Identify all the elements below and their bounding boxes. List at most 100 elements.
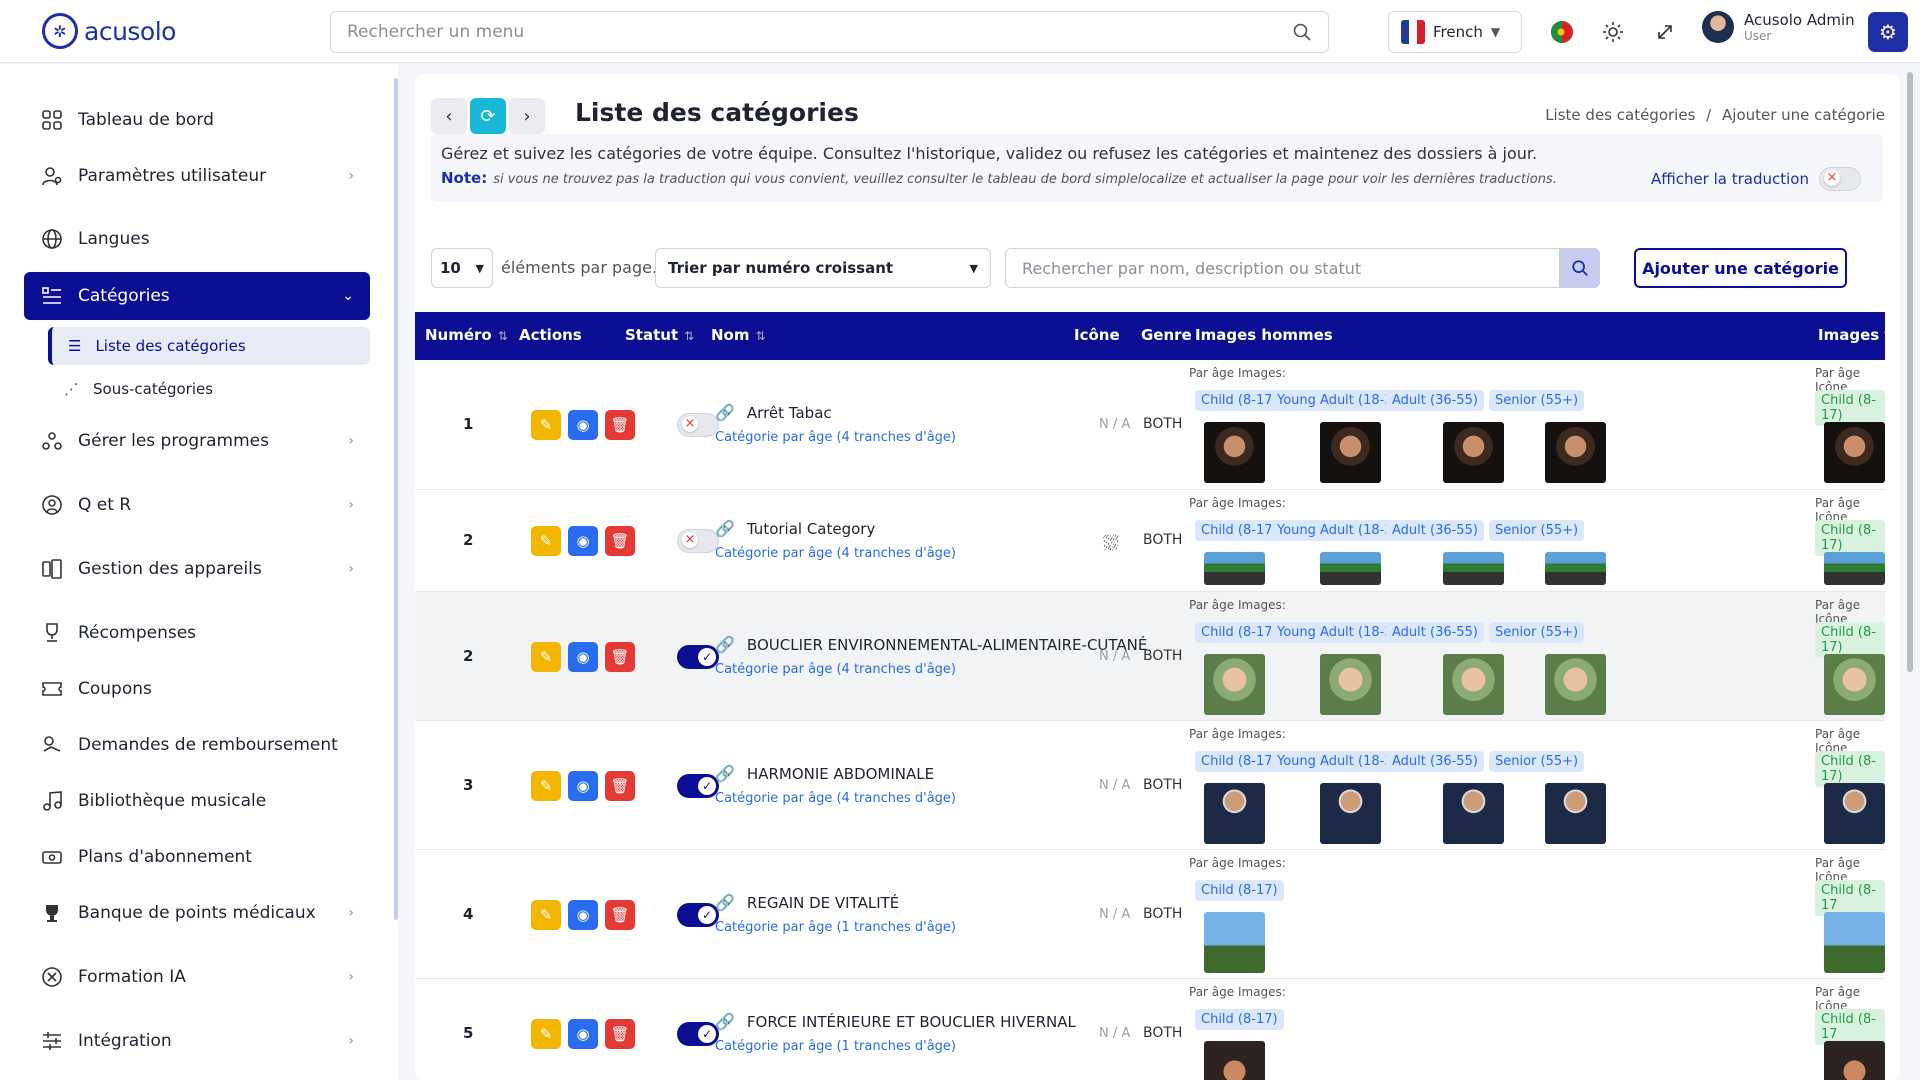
edit-button[interactable]: ✎	[531, 642, 561, 672]
add-category-button[interactable]: Ajouter une catégorie	[1634, 248, 1847, 288]
edit-button[interactable]: ✎	[531, 1019, 561, 1049]
status-toggle[interactable]	[677, 774, 719, 798]
link-icon[interactable]: 🔗	[715, 403, 735, 422]
forward-button[interactable]: ›	[509, 98, 545, 134]
sidebar-item-categories[interactable]: Catégories ⌄	[24, 272, 370, 320]
sidebar-item-user-settings[interactable]: Paramètres utilisateur ›	[24, 152, 370, 200]
view-button[interactable]: ◉	[568, 526, 598, 556]
search-icon[interactable]	[1292, 22, 1312, 42]
edit-button[interactable]: ✎	[531, 771, 561, 801]
link-icon[interactable]: 🔗	[715, 893, 735, 912]
women-image-thumbnail[interactable]	[1824, 1041, 1885, 1080]
sidebar-subitem-subcategories[interactable]: ⋰ Sous-catégories	[48, 370, 370, 408]
men-image-thumbnail[interactable]	[1545, 422, 1606, 483]
category-name[interactable]: HARMONIE ABDOMINALE	[747, 765, 934, 783]
link-icon[interactable]: 🔗	[715, 519, 735, 538]
sidebar-item-devices[interactable]: Gestion des appareils ›	[24, 545, 370, 593]
delete-button[interactable]: 🗑	[605, 642, 635, 672]
category-name[interactable]: Arrêt Tabac	[747, 404, 832, 422]
men-image-thumbnail[interactable]	[1204, 783, 1265, 844]
men-image-thumbnail[interactable]	[1204, 552, 1265, 585]
men-image-thumbnail[interactable]	[1443, 422, 1504, 483]
breadcrumb-link-list[interactable]: Liste des catégories	[1545, 106, 1695, 124]
status-toggle[interactable]	[677, 903, 719, 927]
men-image-thumbnail[interactable]	[1545, 654, 1606, 715]
men-image-thumbnail[interactable]	[1320, 552, 1381, 585]
delete-button[interactable]: 🗑	[605, 900, 635, 930]
men-image-thumbnail[interactable]	[1204, 1041, 1265, 1080]
sidebar-item-coupons[interactable]: Coupons	[24, 665, 370, 713]
men-image-thumbnail[interactable]	[1204, 654, 1265, 715]
men-image-thumbnail[interactable]	[1545, 783, 1606, 844]
language-select[interactable]: French ▼	[1388, 11, 1522, 53]
men-image-thumbnail[interactable]	[1204, 912, 1265, 973]
view-button[interactable]: ◉	[568, 410, 598, 440]
men-image-thumbnail[interactable]	[1320, 783, 1381, 844]
logo[interactable]: ✲ acusolo	[42, 13, 176, 49]
men-image-thumbnail[interactable]	[1443, 783, 1504, 844]
women-image-thumbnail[interactable]	[1824, 552, 1885, 585]
category-age-link[interactable]: Catégorie par âge (1 tranches d'âge)	[715, 1039, 1076, 1054]
delete-button[interactable]: 🗑	[605, 526, 635, 556]
theme-toggle-sun-icon[interactable]	[1599, 18, 1627, 46]
fullscreen-icon[interactable]	[1651, 18, 1679, 46]
men-image-thumbnail[interactable]	[1443, 552, 1504, 585]
header-status[interactable]: Statut ⇅	[625, 326, 694, 344]
category-name[interactable]: FORCE INTÉRIEURE ET BOUCLIER HIVERNAL	[747, 1013, 1076, 1031]
sidebar-item-programs[interactable]: Gérer les programmes ›	[24, 417, 370, 465]
men-image-thumbnail[interactable]	[1204, 422, 1265, 483]
per-page-select[interactable]: 10 ▼	[431, 248, 493, 288]
page-scrollbar[interactable]	[1906, 66, 1914, 1078]
status-toggle[interactable]	[677, 645, 719, 669]
category-age-link[interactable]: Catégorie par âge (1 tranches d'âge)	[715, 920, 956, 935]
category-age-link[interactable]: Catégorie par âge (4 tranches d'âge)	[715, 430, 956, 445]
edit-button[interactable]: ✎	[531, 410, 561, 440]
category-age-link[interactable]: Catégorie par âge (4 tranches d'âge)	[715, 662, 1147, 677]
view-button[interactable]: ◉	[568, 1019, 598, 1049]
sidebar-subitem-category-list[interactable]: ☰ Liste des catégories	[48, 327, 370, 365]
edit-button[interactable]: ✎	[531, 900, 561, 930]
sidebar-item-qa[interactable]: Q et R ›	[24, 481, 370, 529]
women-image-thumbnail[interactable]	[1824, 654, 1885, 715]
header-num[interactable]: Numéro ⇅	[425, 326, 508, 344]
sidebar-item-refunds[interactable]: Demandes de remboursement	[24, 721, 370, 769]
delete-button[interactable]: 🗑	[605, 1019, 635, 1049]
sort-select[interactable]: Trier par numéro croissant ▼	[655, 248, 991, 288]
link-icon[interactable]: 🔗	[715, 635, 735, 654]
category-age-link[interactable]: Catégorie par âge (4 tranches d'âge)	[715, 791, 956, 806]
delete-button[interactable]: 🗑	[605, 410, 635, 440]
category-name[interactable]: REGAIN DE VITALITÉ	[747, 894, 899, 912]
link-icon[interactable]: 🔗	[715, 764, 735, 783]
back-button[interactable]: ‹	[431, 98, 467, 134]
sidebar-item-languages[interactable]: Langues	[24, 215, 370, 263]
sidebar-item-subscriptions[interactable]: Plans d'abonnement	[24, 833, 370, 881]
edit-button[interactable]: ✎	[531, 526, 561, 556]
women-image-thumbnail[interactable]	[1824, 912, 1885, 973]
status-toggle[interactable]	[677, 413, 719, 437]
sidebar-item-integration[interactable]: Intégration ›	[24, 1017, 370, 1065]
women-image-thumbnail[interactable]	[1824, 422, 1885, 483]
link-icon[interactable]: 🔗	[715, 1012, 735, 1031]
category-name[interactable]: Tutorial Category	[747, 520, 875, 538]
sidebar-item-rewards[interactable]: Récompenses	[24, 609, 370, 657]
category-name[interactable]: BOUCLIER ENVIRONNEMENTAL-ALIMENTAIRE-CUT…	[747, 636, 1147, 654]
menu-search-input[interactable]: Rechercher un menu	[330, 11, 1329, 53]
status-toggle[interactable]	[677, 529, 719, 553]
sidebar-item-medical-points[interactable]: Banque de points médicaux ›	[24, 889, 370, 937]
delete-button[interactable]: 🗑	[605, 771, 635, 801]
header-name[interactable]: Nom ⇅	[711, 326, 766, 344]
refresh-button[interactable]: ⟳	[470, 98, 506, 134]
sidebar-item-ai-training[interactable]: Formation IA ›	[24, 953, 370, 1001]
sidebar-item-dashboard[interactable]: Tableau de bord	[24, 96, 370, 144]
category-search-input[interactable]: Rechercher par nom, description ou statu…	[1005, 248, 1600, 288]
sidebar-item-music[interactable]: Bibliothèque musicale	[24, 777, 370, 825]
women-image-thumbnail[interactable]	[1824, 783, 1885, 844]
men-image-thumbnail[interactable]	[1320, 654, 1381, 715]
scrollbar-thumb[interactable]	[1907, 72, 1913, 672]
view-button[interactable]: ◉	[568, 900, 598, 930]
status-toggle[interactable]	[677, 1022, 719, 1046]
settings-button[interactable]: ⚙	[1868, 12, 1908, 52]
men-image-thumbnail[interactable]	[1320, 422, 1381, 483]
view-button[interactable]: ◉	[568, 642, 598, 672]
men-image-thumbnail[interactable]	[1545, 552, 1606, 585]
